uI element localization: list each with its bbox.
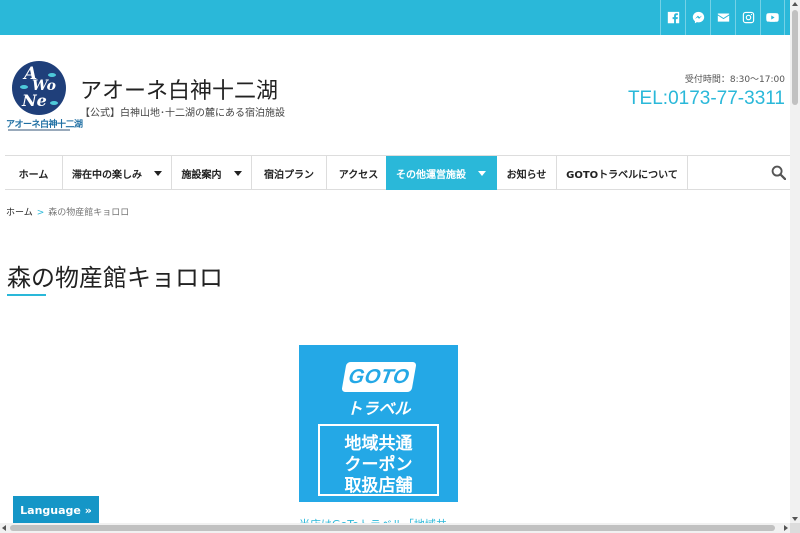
- scrollbar-corner: [790, 523, 800, 533]
- coupon-line: 取扱店舗: [344, 476, 413, 496]
- messenger-icon: [692, 11, 704, 24]
- mail-link[interactable]: [710, 0, 735, 35]
- caret-down-icon: [154, 170, 162, 176]
- site-logo[interactable]: A Wo Ne アオーネ白神十二湖: [6, 61, 83, 133]
- nav-item-label: アクセス: [338, 169, 379, 181]
- goto-travel-text: トラベル: [346, 399, 411, 418]
- nav-item-label: その他運営施設: [396, 169, 466, 181]
- nav-item-facilities[interactable]: 施設案内: [172, 156, 252, 190]
- logo-leaf-icon: [48, 73, 56, 77]
- search-icon[interactable]: [771, 165, 786, 180]
- site-header: A Wo Ne アオーネ白神十二湖 アオーネ白神十二湖 【公式】白神山地･十二湖…: [0, 35, 790, 155]
- site-title[interactable]: アオーネ白神十二湖: [80, 73, 278, 105]
- nav-item-goto-travel[interactable]: GOTOトラベルについて: [557, 156, 688, 190]
- top-bar: [0, 0, 790, 35]
- scroll-right-icon[interactable]: [784, 525, 788, 531]
- goto-badge: GOTO: [341, 362, 417, 392]
- scroll-left-icon[interactable]: [2, 525, 6, 531]
- site-description: 【公式】白神山地･十二湖の麓にある宿泊施設: [80, 108, 285, 119]
- reception-hours: 受付時間：8:30～17:00: [684, 75, 785, 85]
- logo-emblem: A Wo Ne: [12, 61, 66, 115]
- nav-item-label: GOTOトラベルについて: [566, 169, 678, 181]
- logo-letter-ne: Ne: [22, 91, 47, 110]
- scroll-up-icon[interactable]: [792, 2, 798, 6]
- breadcrumb-separator: >: [36, 208, 45, 218]
- horizontal-scrollbar[interactable]: [0, 523, 790, 533]
- language-button[interactable]: Language »: [13, 496, 99, 524]
- nav-item-activities[interactable]: 滞在中の楽しみ: [63, 156, 172, 190]
- instagram-icon: [742, 11, 754, 24]
- nav-item-label: お知らせ: [506, 169, 547, 181]
- caret-down-icon: [478, 170, 486, 176]
- scrollbar-thumb[interactable]: [10, 525, 775, 531]
- instagram-link[interactable]: [735, 0, 760, 35]
- scrollbar-thumb[interactable]: [792, 10, 798, 105]
- logo-subline: [8, 129, 70, 131]
- goto-badge-text: GOTO: [346, 365, 412, 388]
- breadcrumb-home[interactable]: ホーム: [6, 208, 33, 218]
- main-nav: ホーム 滞在中の楽しみ 施設案内 宿泊プラン アクセス その他運営施設 お知らせ…: [5, 155, 790, 190]
- scroll-down-icon[interactable]: [792, 517, 798, 521]
- nav-item-access[interactable]: アクセス: [327, 156, 391, 190]
- caret-down-icon: [233, 170, 242, 176]
- page-title: 森の物産館キョロロ: [7, 264, 223, 292]
- breadcrumb-current: 森の物産館キョロロ: [48, 208, 130, 218]
- nav-item-home[interactable]: ホーム: [5, 156, 63, 190]
- nav-item-label: 宿泊プラン: [264, 169, 314, 181]
- mail-icon: [717, 13, 729, 22]
- coupon-store-box: 地域共通 クーポン 取扱店舗: [318, 424, 439, 496]
- youtube-icon: [766, 13, 779, 22]
- nav-item-label: ホーム: [18, 169, 49, 181]
- logo-leaf-icon: [50, 101, 58, 105]
- facebook-link[interactable]: [660, 0, 685, 35]
- nav-item-label: 滞在中の楽しみ: [72, 169, 142, 181]
- facebook-icon: [667, 11, 679, 24]
- nav-item-plans[interactable]: 宿泊プラン: [252, 156, 327, 190]
- youtube-link[interactable]: [760, 0, 785, 35]
- phone-number[interactable]: TEL:0173-77-3311: [628, 88, 785, 110]
- vertical-scrollbar[interactable]: [790, 0, 800, 523]
- title-underline: [7, 294, 46, 296]
- nav-item-other-facilities[interactable]: その他運営施設: [386, 156, 497, 190]
- social-links: [660, 0, 785, 35]
- breadcrumb: ホーム > 森の物産館キョロロ: [6, 205, 129, 218]
- goto-coupon-banner[interactable]: GOTO トラベル 地域共通 クーポン 取扱店舗: [299, 345, 458, 502]
- nav-item-news[interactable]: お知らせ: [497, 156, 557, 190]
- logo-leaf-icon: [20, 85, 28, 89]
- messenger-link[interactable]: [685, 0, 710, 35]
- nav-item-label: 施設案内: [181, 169, 222, 181]
